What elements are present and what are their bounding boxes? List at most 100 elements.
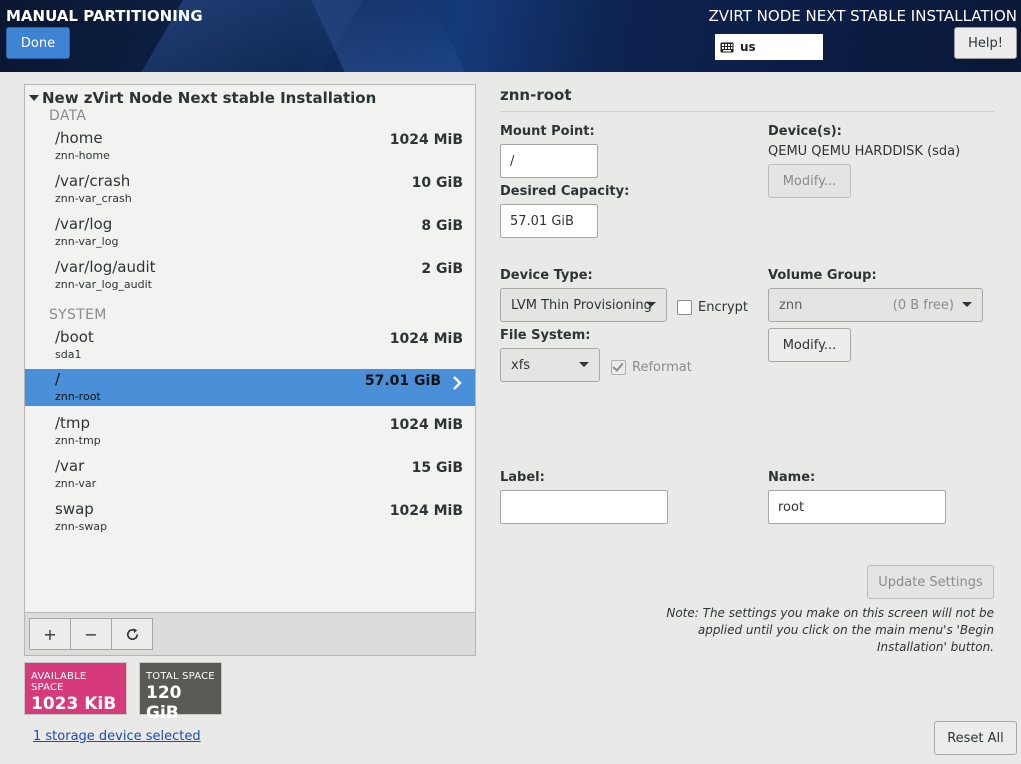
plus-icon: + [43,624,57,644]
size-label: 57.01 GiB [364,373,441,389]
device-label: znn-var_crash [55,192,132,205]
settings-note: Note: The settings you make on this scre… [666,606,994,654]
mount-item-boot[interactable]: /boot sda1 1024 MiB [25,327,475,367]
header-bar: MANUAL PARTITIONING ZVIRT NODE NEXT STAB… [0,0,1021,72]
keyboard-layout-label: us [740,40,756,54]
product-title: ZVIRT NODE NEXT STABLE INSTALLATION [708,7,1017,25]
volume-group-label: Volume Group: [768,268,877,283]
expander-icon[interactable] [29,95,39,101]
done-button[interactable]: Done [6,27,70,59]
mount-point-label: swap [55,500,94,518]
mount-item-var-log[interactable]: /var/log znn-var_log 8 GiB [25,214,475,254]
device-label: sda1 [55,348,82,361]
reformat-label: Reformat [632,360,692,375]
reset-all-button[interactable]: Reset All [934,721,1017,755]
total-space-label: TOTAL SPACE [146,671,215,682]
devices-label: Device(s): [768,124,842,139]
available-space-value: 1023 KiB [31,694,117,714]
group-header-system: SYSTEM [49,307,107,323]
mount-item-root-selected[interactable]: / znn-root 57.01 GiB [25,369,475,406]
mount-item-swap[interactable]: swap znn-swap 1024 MiB [25,499,475,539]
volume-group-free: (0 B free) [892,297,954,313]
device-label: znn-root [55,390,101,403]
mount-point-label: /var [55,457,85,475]
mount-item-var-log-audit[interactable]: /var/log/audit znn-var_log_audit 2 GiB [25,257,475,297]
mount-point-label: /var/log/audit [55,258,156,276]
group-header-data: DATA [49,108,87,124]
checkbox-box[interactable] [677,300,692,315]
mount-point-label: /var/log [55,215,113,233]
checkmark-icon [612,360,624,372]
device-label: znn-var_log_audit [55,278,152,291]
name-field-label: Name: [768,470,816,485]
device-type-label: Device Type: [500,268,593,283]
volume-group-value: znn [779,297,803,313]
encrypt-label: Encrypt [698,300,748,315]
remove-mount-point-button[interactable]: − [70,618,112,650]
name-input[interactable]: root [768,490,946,524]
mount-point-input[interactable]: / [500,144,598,178]
label-field-label: Label: [500,470,545,485]
keyboard-icon [720,42,734,52]
file-system-label: File System: [500,328,591,343]
size-label: 1024 MiB [389,503,463,519]
device-label: znn-var_log [55,235,119,248]
total-space-box: TOTAL SPACE 120 GiB [139,662,222,723]
chevron-right-icon [453,376,462,390]
header-decoration [306,0,474,72]
devices-modify-button[interactable]: Modify... [768,164,851,198]
size-label: 10 GiB [411,175,463,191]
chevron-down-icon [579,362,589,367]
update-settings-button[interactable]: Update Settings [867,565,994,599]
chevron-down-icon [962,302,972,307]
available-space-box: AVAILABLE SPACE 1023 KiB [24,662,127,715]
mount-point-label: /var/crash [55,172,131,190]
device-type-value: LVM Thin Provisioning [511,297,652,313]
file-system-value: xfs [511,357,531,373]
mount-point-label: / [55,370,61,388]
device-label: znn-var [55,477,97,490]
encrypt-checkbox[interactable]: Encrypt [677,300,748,315]
device-label: znn-swap [55,520,108,533]
volume-group-dropdown[interactable]: znn (0 B free) [768,288,983,322]
size-label: 8 GiB [421,218,463,234]
device-type-dropdown[interactable]: LVM Thin Provisioning [500,288,667,322]
desired-capacity-label: Desired Capacity: [500,184,630,199]
mount-point-label: /home [55,129,103,147]
minus-icon: − [84,624,98,644]
help-button[interactable]: Help! [954,27,1017,59]
add-mount-point-button[interactable]: + [29,618,71,650]
total-space-value: 120 GiB [146,683,182,723]
size-label: 1024 MiB [389,132,463,148]
tree-toolbar: + − [24,613,476,656]
volume-group-modify-button[interactable]: Modify... [768,328,851,362]
refresh-icon [126,627,138,640]
page-title: MANUAL PARTITIONING [6,7,203,25]
mount-point-label: /boot [55,328,94,346]
selected-device-title: znn-root [500,86,572,104]
separator [500,111,994,112]
size-label: 15 GiB [411,460,463,476]
mount-item-var-crash[interactable]: /var/crash znn-var_crash 10 GiB [25,171,475,211]
mount-item-tmp[interactable]: /tmp znn-tmp 1024 MiB [25,413,475,453]
size-label: 1024 MiB [389,331,463,347]
checkbox-box[interactable] [611,360,626,375]
file-system-dropdown[interactable]: xfs [500,348,600,382]
reformat-checkbox[interactable]: Reformat [611,360,692,375]
mount-point-label: /tmp [55,414,91,432]
mount-point-tree[interactable]: New zVirt Node Next stable Installation … [24,84,476,613]
keyboard-layout-indicator[interactable]: us [715,34,823,60]
device-label: znn-home [55,149,110,162]
label-input[interactable] [500,490,668,524]
chevron-down-icon [646,302,656,307]
installation-root-label: New zVirt Node Next stable Installation [42,89,377,107]
installation-root[interactable]: New zVirt Node Next stable Installation [29,89,376,107]
devices-value: QEMU QEMU HARDDISK (sda) [768,144,961,159]
mount-item-home[interactable]: /home znn-home 1024 MiB [25,128,475,168]
size-label: 1024 MiB [389,417,463,433]
storage-device-link[interactable]: 1 storage device selected [33,729,201,744]
desired-capacity-input[interactable]: 57.01 GiB [500,204,598,238]
device-label: znn-tmp [55,434,101,447]
refresh-button[interactable] [111,618,153,650]
mount-item-var[interactable]: /var znn-var 15 GiB [25,456,475,496]
